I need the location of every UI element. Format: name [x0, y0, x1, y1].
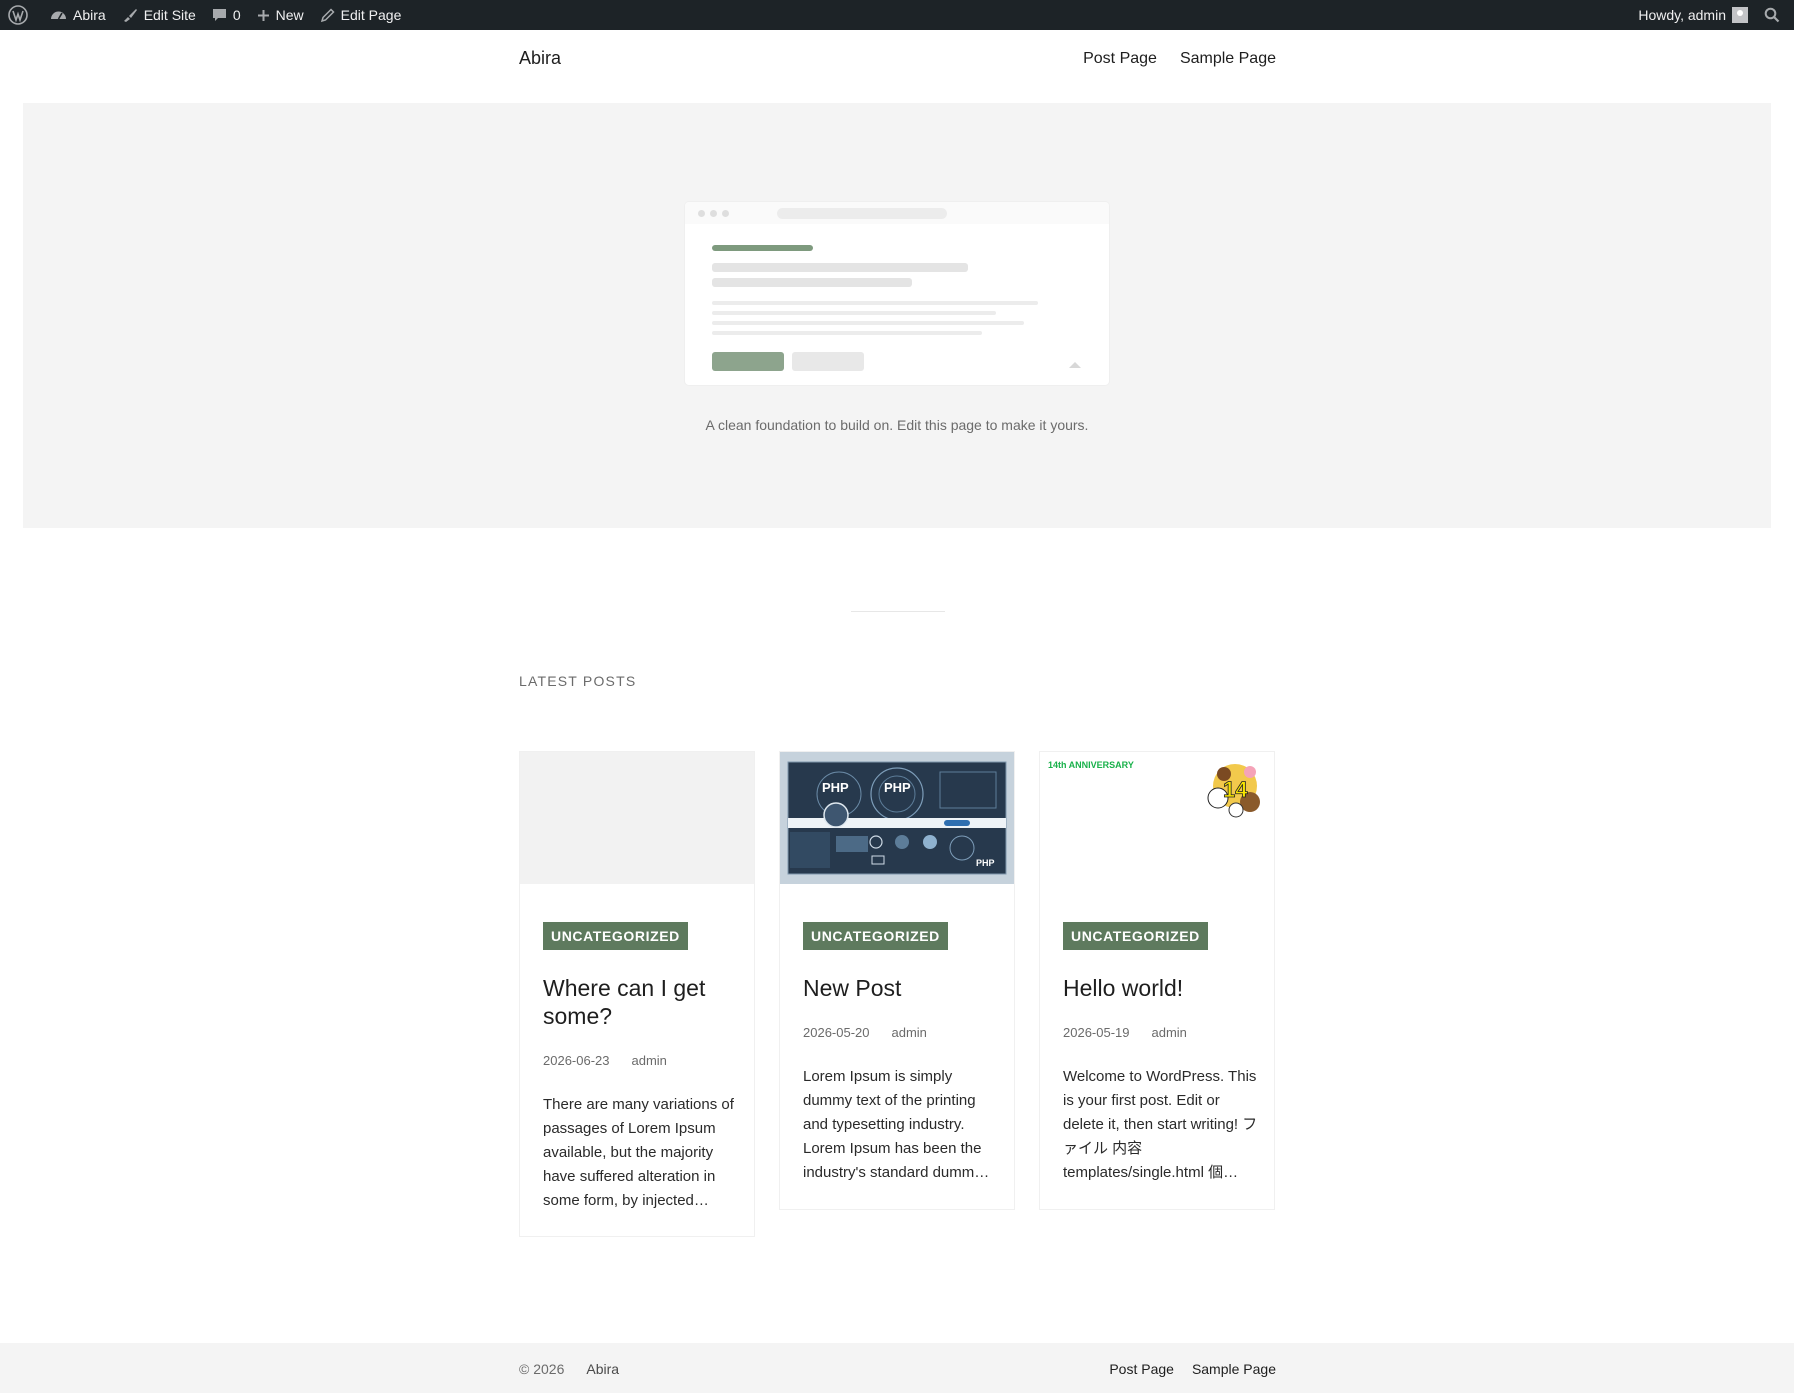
edit-page-button[interactable]: Edit Page: [312, 0, 410, 30]
footer-navigation: Post Page Sample Page: [1109, 1361, 1276, 1377]
plus-icon: [257, 9, 269, 21]
post-meta: 2026-05-20 admin: [803, 1025, 927, 1040]
hero-browser-illustration: [685, 202, 1109, 385]
primary-navigation: Post Page Sample Page: [1083, 50, 1276, 68]
chevron-up-icon: [1069, 362, 1081, 368]
category-badge[interactable]: UNCATEGORIZED: [1063, 922, 1208, 950]
post-card: 14th ANNIVERSARY 14 UNCATEGORIZED Hello …: [1039, 751, 1275, 1210]
post-author: admin: [891, 1025, 927, 1040]
post-thumbnail-placeholder[interactable]: [520, 752, 754, 884]
comments-button[interactable]: 0: [204, 0, 249, 30]
anniversary-number-text: 14: [1223, 777, 1248, 802]
category-badge[interactable]: UNCATEGORIZED: [803, 922, 948, 950]
site-title[interactable]: Abira: [519, 48, 561, 69]
post-excerpt: There are many variations of passages of…: [543, 1096, 734, 1209]
hero-caption: A clean foundation to build on. Edit thi…: [705, 417, 1089, 433]
copyright-text: © 2026: [519, 1361, 565, 1377]
post-meta: 2026-06-23 admin: [543, 1053, 667, 1068]
brush-icon: [123, 9, 137, 22]
nav-sample-page[interactable]: Sample Page: [1180, 50, 1276, 68]
post-author: admin: [631, 1053, 667, 1068]
edit-site-button[interactable]: Edit Site: [114, 0, 204, 30]
footer-copyright: © 2026 Abira: [519, 1361, 619, 1377]
new-content-button[interactable]: New: [249, 0, 312, 30]
category-badge[interactable]: UNCATEGORIZED: [543, 922, 688, 950]
latest-posts-heading: LATEST POSTS: [519, 673, 637, 689]
illustration-browser-bar: [685, 202, 1109, 224]
edit-site-label: Edit Site: [143, 7, 196, 23]
post-title[interactable]: Where can I get some?: [543, 974, 738, 1030]
dashboard-icon: [51, 11, 66, 20]
post-excerpt: Welcome to WordPress. This is your first…: [1063, 1068, 1258, 1181]
admin-bar: Abira Edit Site 0 New Edit Page Howdy, a…: [0, 0, 1794, 30]
wordpress-icon: [8, 5, 28, 25]
post-author: admin: [1151, 1025, 1187, 1040]
pencil-icon: [320, 7, 335, 22]
avatar: [1732, 7, 1748, 23]
post-date: 2026-05-20: [803, 1025, 870, 1040]
anniversary-illustration-image: 14th ANNIVERSARY 14: [1040, 752, 1274, 884]
wordpress-logo-button[interactable]: [0, 0, 42, 30]
post-card: PHP PHP PHP UNCATEGORIZED New Post 2026-…: [779, 751, 1015, 1210]
account-menu[interactable]: Howdy, admin: [1630, 0, 1756, 30]
php-illustration-image: PHP PHP PHP: [780, 752, 1014, 884]
footer-site-link[interactable]: Abira: [586, 1361, 619, 1377]
post-card: UNCATEGORIZED Where can I get some? 2026…: [519, 751, 755, 1237]
admin-search-button[interactable]: [1756, 0, 1794, 30]
site-footer: © 2026 Abira Post Page Sample Page: [0, 1343, 1794, 1393]
php-text: PHP: [884, 780, 911, 795]
post-thumbnail[interactable]: PHP PHP PHP: [780, 752, 1014, 884]
post-date: 2026-06-23: [543, 1053, 610, 1068]
howdy-text: Howdy, admin: [1638, 7, 1726, 23]
search-icon: [1764, 7, 1780, 23]
anniversary-text: 14th ANNIVERSARY: [1048, 760, 1134, 770]
footer-nav-sample-page[interactable]: Sample Page: [1192, 1361, 1276, 1377]
post-date: 2026-05-19: [1063, 1025, 1130, 1040]
section-divider: [851, 611, 945, 612]
admin-bar-site-name: Abira: [73, 7, 106, 23]
edit-page-label: Edit Page: [340, 7, 402, 23]
footer-nav-post-page[interactable]: Post Page: [1109, 1361, 1174, 1377]
post-meta: 2026-05-19 admin: [1063, 1025, 1187, 1040]
comments-count: 0: [232, 7, 241, 23]
php-text: PHP: [822, 780, 849, 795]
post-thumbnail[interactable]: 14th ANNIVERSARY 14: [1040, 752, 1274, 884]
admin-bar-site[interactable]: Abira: [42, 0, 114, 30]
nav-post-page[interactable]: Post Page: [1083, 50, 1157, 68]
post-title[interactable]: New Post: [803, 974, 998, 1002]
php-text: PHP: [976, 858, 995, 868]
comment-icon: [212, 8, 226, 21]
new-label: New: [275, 7, 304, 23]
post-excerpt: Lorem Ipsum is simply dummy text of the …: [803, 1068, 990, 1181]
post-title[interactable]: Hello world!: [1063, 974, 1258, 1002]
